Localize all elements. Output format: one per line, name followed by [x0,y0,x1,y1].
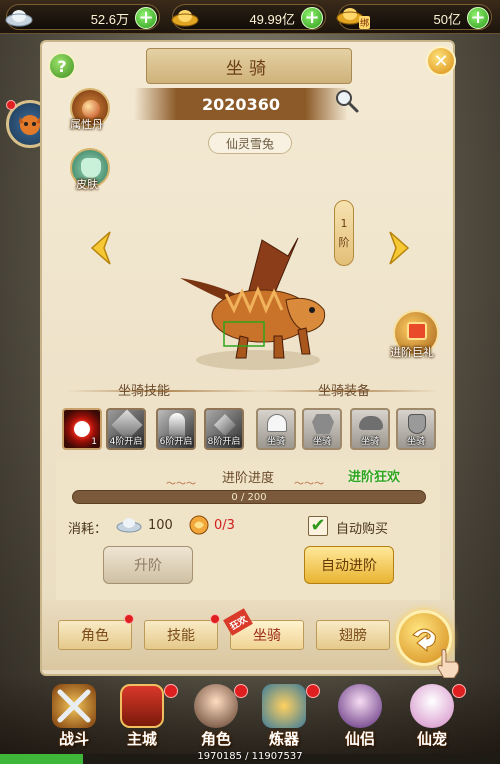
fire-orb-skill-icon [74,421,90,437]
auto-advance-button[interactable]: 自动进阶 [304,546,394,584]
nav-notification-dot [452,684,466,698]
cost-item-count: 0/3 [214,518,235,533]
cost-label: 消耗： [68,522,108,537]
crossed-swords-icon [52,684,96,728]
cost-silver-amount: 100 [148,518,173,533]
equip-label: 坐骑 [266,437,285,447]
nav-label: 战斗 [58,730,89,748]
equip-slot-1[interactable]: 坐骑 [256,408,296,450]
nav-label: 主城 [126,730,157,748]
silver-ingot-icon [3,3,35,31]
bound-gold-currency: 绑 50亿 + [336,4,492,30]
attribute-pill-label: 属性丹 [70,118,103,131]
search-icon[interactable] [334,88,360,114]
nav-label: 仙宠 [416,730,447,748]
avatar-notification-dot [6,100,16,110]
skin-icon [81,158,101,178]
partner-portrait-icon [338,684,382,728]
saddle-equip-icon [359,416,383,430]
close-button[interactable]: ✕ [426,46,456,76]
skill-slot-3[interactable]: 6阶开启 [156,408,196,450]
tab-skill[interactable]: 技能 [144,620,218,650]
nav-label: 炼器 [268,730,299,748]
skill-slot-1[interactable]: 1 [62,408,102,450]
progress-bonus-label: 进阶狂欢 [348,470,401,485]
gold-currency: 49.99亿 + [169,3,326,31]
character-portrait-icon [194,684,238,728]
equip-slot-4[interactable]: 坐骑 [396,408,436,450]
gold-amount: 49.99亿 [249,12,295,27]
skills-section-label: 坐骑技能 [118,384,171,399]
stage-number: 1 [340,216,348,230]
nav-label: 角色 [200,730,231,748]
equip-slot-3[interactable]: 坐骑 [350,408,390,450]
skill-unlock-label: 4阶开启 [109,437,143,447]
nav-battle[interactable]: 战斗 [44,684,104,750]
skill-slot-2[interactable]: 4阶开启 [106,408,146,450]
nav-partner[interactable]: 仙侣 [330,684,390,750]
combat-power: 2020360 [134,88,348,120]
skill-unlock-label: 6阶开启 [159,437,193,447]
silver-currency: 52.6万 + [3,3,160,31]
upgrade-button[interactable]: 升阶 [103,546,193,584]
flourish-right: 〜〜〜 [294,479,324,490]
advance-stone-icon [188,514,210,536]
city-gate-icon [120,684,164,728]
stage-unit: 阶 [338,235,350,249]
equip-slot-2[interactable]: 坐骑 [302,408,342,450]
mount-creature-image [180,237,326,370]
panel-title: 坐骑 [146,48,352,84]
nav-notification-dot [234,684,248,698]
pointing-hand-icon [436,648,462,679]
nav-notification-dot [306,684,320,698]
next-mount-arrow[interactable] [386,230,412,266]
equipment-section-label: 坐骑装备 [318,384,371,399]
equip-label: 坐骑 [312,437,331,447]
currency-bar: 52.6万 + 49.99亿 + 绑 50亿 + [0,0,500,34]
bound-gold-amount: 50亿 [433,12,461,27]
armor-equip-icon [312,414,334,434]
auto-buy-label: 自动购买 [336,522,389,537]
add-bound-gold-button[interactable]: + [467,7,489,29]
forge-icon [262,684,306,728]
progress-title: 进阶进度 [222,471,275,486]
helmet-equip-icon [267,414,287,432]
skill-level: 1 [91,437,97,447]
tab-character[interactable]: 角色 [58,620,132,650]
silver-ingot-icon [116,515,142,533]
skin-label: 皮肤 [76,178,98,191]
mount-name-label: 仙灵雪兔 [208,132,292,154]
help-button[interactable]: ? [48,52,76,80]
flourish-left: 〜〜〜 [166,479,196,490]
silver-amount: 52.6万 [90,12,129,27]
skill-unlock-label: 8阶开启 [207,437,241,447]
bound-tag: 绑 [359,16,371,29]
add-silver-button[interactable]: + [135,7,157,29]
nav-label: 仙侣 [344,730,375,748]
hoof-equip-icon [408,414,426,434]
experience-text: 1970185 / 11907537 [197,751,303,762]
auto-buy-checkbox[interactable]: ✔ [308,516,328,536]
progress-text: 0 / 200 [231,492,267,503]
skill-slot-4[interactable]: 8阶开启 [204,408,244,450]
stage-gift-label: 进阶巨礼 [390,346,434,359]
tab-notification-dot [210,614,220,624]
pet-icon [410,684,454,728]
gift-icon [407,322,427,340]
previous-mount-arrow[interactable] [88,230,114,266]
equip-label: 坐骑 [360,437,379,447]
gold-ingot-icon [169,3,201,31]
tab-wings[interactable]: 翅膀 [316,620,390,650]
nav-city[interactable]: 主城 [112,684,172,750]
locked-skill-icon [214,414,236,436]
nav-notification-dot [164,684,178,698]
tab-notification-dot [124,614,134,624]
equip-label: 坐骑 [406,437,425,447]
add-gold-button[interactable]: + [301,7,323,29]
nav-forge[interactable]: 炼器 [254,684,314,750]
stage-indicator: 1 阶 [334,200,354,266]
